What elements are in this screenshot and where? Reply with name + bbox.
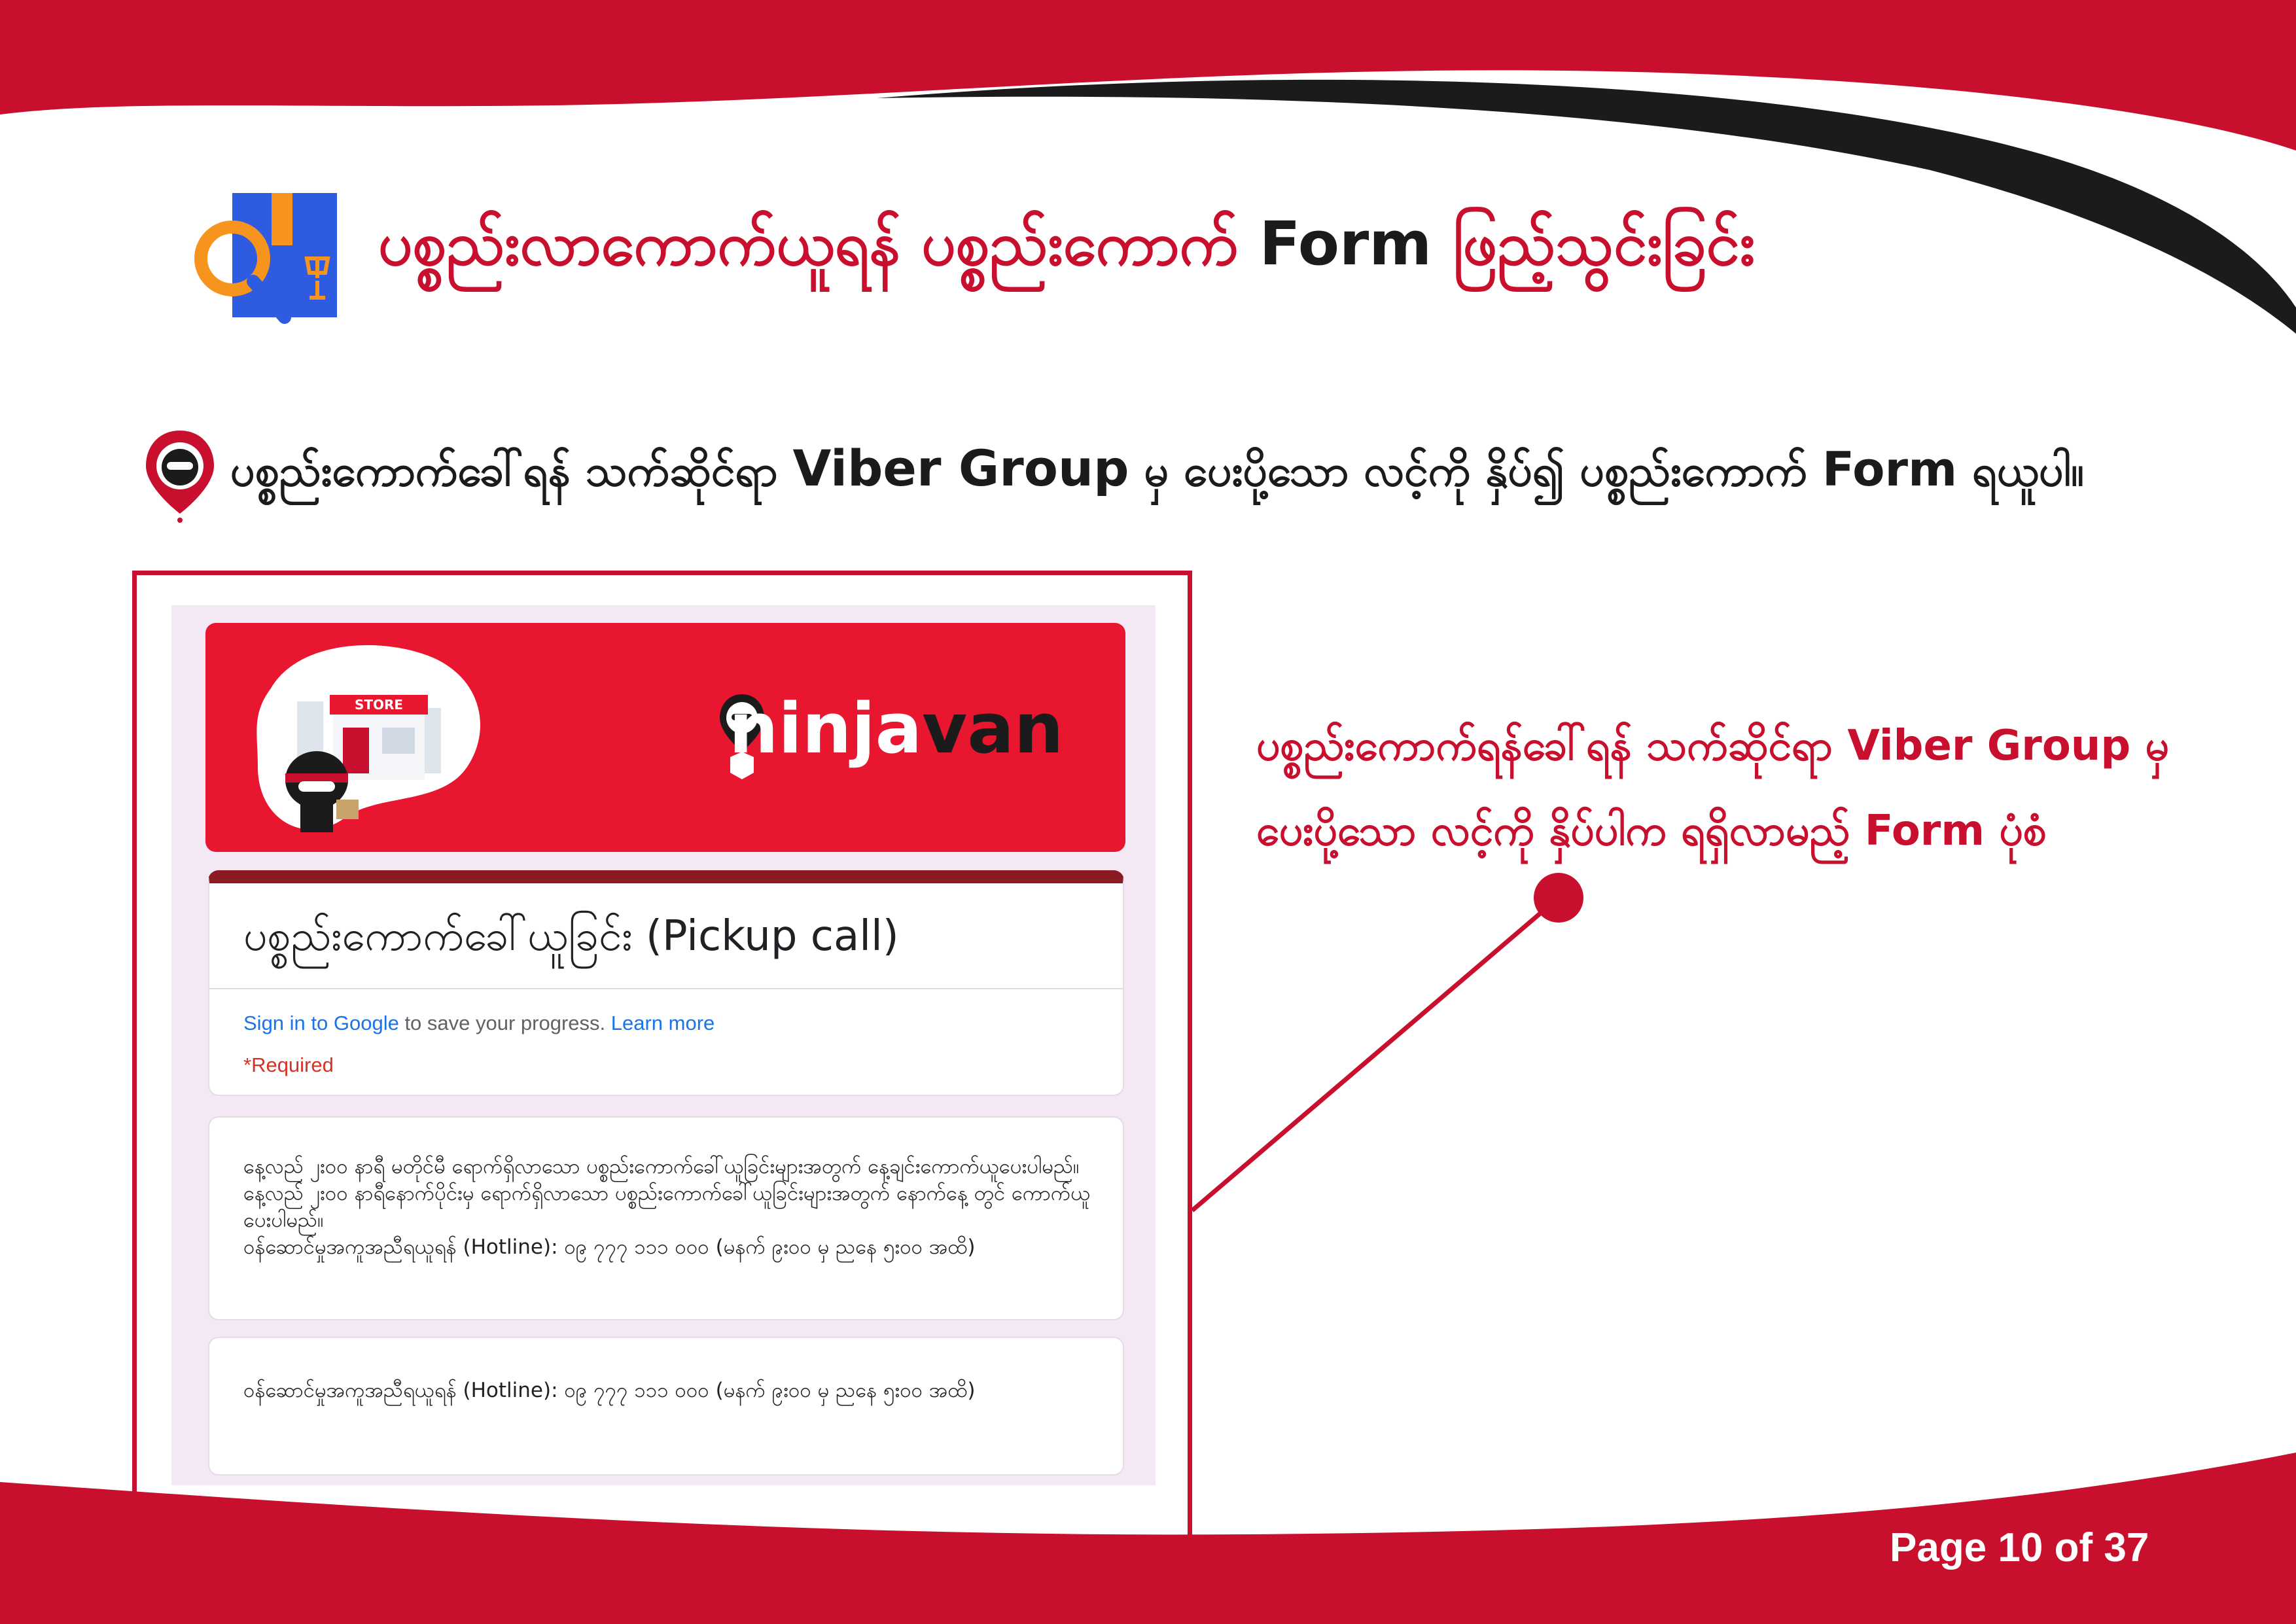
store-sign: STORE bbox=[355, 697, 403, 713]
form-description-card: နေ့လည် ၂း၀၀ နာရီ မတိုင်မီ ရောက်ရှိလာသော … bbox=[208, 1116, 1124, 1320]
ninjavan-logo: ninjavan bbox=[729, 688, 1063, 769]
instruction-part-2: Viber Group bbox=[792, 439, 1129, 497]
brand-part-1: ninja bbox=[729, 688, 923, 769]
page-number: Page 10 of 37 bbox=[1890, 1525, 2149, 1570]
title-part-2: Form bbox=[1259, 209, 1432, 279]
ninja-pin-icon bbox=[146, 431, 214, 523]
form-description: နေ့လည် ၂း၀၀ နာရီ မတိုင်မီ ရောက်ရှိလာသော … bbox=[243, 1154, 1094, 1261]
ninja-store-illustration: STORE bbox=[256, 645, 480, 840]
learn-more-link[interactable]: Learn more bbox=[611, 1012, 715, 1034]
required-note: *Required bbox=[243, 1053, 334, 1076]
instruction-part-3: မှ ပေးပို့သော လင့်ကို နှိပ်၍ ပစ္စည်းကောက… bbox=[1144, 446, 1807, 496]
sign-in-link[interactable]: Sign in to Google bbox=[243, 1012, 399, 1034]
instruction-part-1: ပစ္စည်းကောက်ခေါ်ရန် သက်ဆိုင်ရာ bbox=[230, 446, 778, 496]
form-title: ပစ္စည်းကောက်ခေါ်ယူခြင်း (Pickup call) bbox=[243, 912, 899, 961]
title-part-3: ဖြည့်သွင်းခြင်း bbox=[1453, 209, 1756, 279]
sign-in-text: to save your progress. bbox=[398, 1012, 611, 1034]
form-banner: STORE ninjavan bbox=[205, 623, 1125, 852]
package-search-icon bbox=[194, 193, 337, 324]
annotation-line-2: ပေးပို့သော လင့်ကို နှိပ်ပါက ရရှိလာမည့် F… bbox=[1256, 807, 2047, 855]
hotline-text: ဝန်ဆောင်မှုအကူအညီရယူရန် (Hotline): ၀၉ ၇၇… bbox=[243, 1235, 976, 1259]
form-hotline-card: ဝန်ဆောင်မှုအကူအညီရယူရန် (Hotline): ၀၉ ၇၇… bbox=[208, 1337, 1124, 1475]
brand-part-2: van bbox=[922, 688, 1064, 769]
instruction-part-5: ရယူပါ။ bbox=[1972, 446, 2085, 496]
title-part-1: ပစ္စည်းလာကောက်ယူရန် ပစ္စည်းကောက် bbox=[378, 209, 1239, 279]
page-title: ပစ္စည်းလာကောက်ယူရန် ပစ္စည်းကောက် Form ဖြ… bbox=[378, 209, 1755, 279]
description-text: နေ့လည် ၂း၀၀ နာရီ မတိုင်မီ ရောက်ရှိလာသော … bbox=[243, 1155, 1091, 1232]
annotation-callout: ပစ္စည်းကောက်ရန်ခေါ်ရန် သက်ဆိုင်ရာ Viber … bbox=[1256, 703, 2225, 874]
instruction-text: ပစ္စည်းကောက်ခေါ်ရန် သက်ဆိုင်ရာ Viber Gro… bbox=[230, 438, 2084, 498]
hotline-text-2: ဝန်ဆောင်မှုအကူအညီရယူရန် (Hotline): ၀၉ ၇၇… bbox=[243, 1379, 976, 1402]
divider bbox=[209, 988, 1123, 989]
instruction-part-4: Form bbox=[1822, 442, 1958, 497]
annotation-line-1: ပစ္စည်းကောက်ရန်ခေါ်ရန် သက်ဆိုင်ရာ Viber … bbox=[1256, 722, 2169, 770]
form-header-card: ပစ္စည်းကောက်ခေါ်ယူခြင်း (Pickup call) Si… bbox=[208, 870, 1124, 1096]
sign-in-notice: Sign in to Google to save your progress.… bbox=[243, 1012, 715, 1035]
